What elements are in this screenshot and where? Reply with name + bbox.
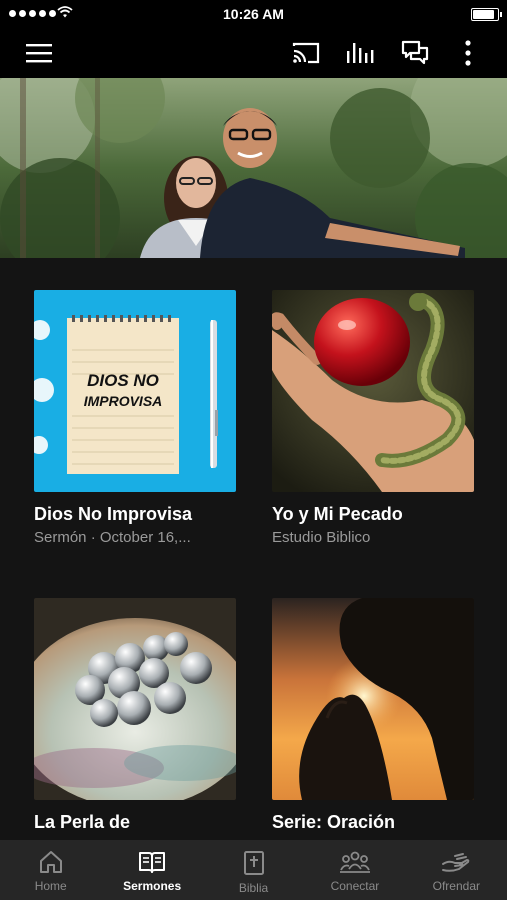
thumbnail-caption-line-2: IMPROVISA bbox=[84, 393, 163, 409]
hero-banner-image[interactable] bbox=[0, 78, 507, 258]
sermon-thumbnail bbox=[272, 598, 474, 800]
book-open-icon bbox=[139, 852, 166, 873]
tab-ofrendar[interactable]: Ofrendar bbox=[406, 840, 507, 900]
thumbnail-caption-line-1: DIOS NO bbox=[87, 371, 159, 390]
sermon-card[interactable]: DIOS NO IMPROVISA Dios No Improvisa Serm… bbox=[34, 290, 236, 546]
sermon-title: La Perla de bbox=[34, 812, 131, 832]
tab-sermones[interactable]: Sermones bbox=[101, 840, 202, 900]
more-vertical-icon[interactable] bbox=[453, 38, 483, 68]
sermon-card[interactable]: Serie: Oración bbox=[272, 598, 474, 837]
home-icon bbox=[39, 851, 62, 873]
sermon-title: Serie: Oración bbox=[272, 812, 396, 832]
bottom-tab-bar: Home Sermones Biblia Conectar Ofrendar bbox=[0, 840, 507, 900]
people-icon bbox=[339, 851, 370, 873]
top-nav-bar bbox=[0, 28, 507, 78]
sermon-title: Dios No Improvisa bbox=[34, 504, 193, 524]
tab-label: Home bbox=[34, 879, 67, 893]
tab-home[interactable]: Home bbox=[0, 840, 101, 900]
sermon-subtitle: Estudio Biblico bbox=[272, 529, 371, 546]
sermon-thumbnail bbox=[272, 290, 474, 492]
sermon-subtitle: Sermón · October 16,... bbox=[34, 529, 191, 546]
sermons-grid: DIOS NO IMPROVISA Dios No Improvisa Serm… bbox=[0, 258, 507, 840]
menu-icon[interactable] bbox=[24, 38, 54, 68]
tab-biblia[interactable]: Biblia bbox=[203, 840, 304, 900]
tab-conectar[interactable]: Conectar bbox=[304, 840, 405, 900]
battery-icon bbox=[471, 8, 502, 21]
bible-icon bbox=[243, 851, 264, 875]
sermon-title: Yo y Mi Pecado bbox=[272, 504, 403, 524]
sermon-thumbnail bbox=[34, 598, 236, 800]
cast-icon[interactable] bbox=[291, 38, 321, 68]
tab-label: Biblia bbox=[238, 881, 269, 895]
giving-hand-icon bbox=[442, 853, 470, 872]
sermon-card[interactable]: La Perla de bbox=[34, 598, 236, 837]
chat-icon[interactable] bbox=[400, 38, 430, 68]
tab-label: Ofrendar bbox=[432, 879, 480, 893]
status-time: 10:26 AM bbox=[223, 6, 284, 22]
tab-label: Sermones bbox=[123, 879, 182, 893]
status-bar: 10:26 AM bbox=[0, 0, 507, 28]
tab-label: Conectar bbox=[330, 879, 380, 893]
sermon-card[interactable]: Yo y Mi Pecado Estudio Biblico bbox=[272, 290, 474, 546]
audio-bars-icon[interactable] bbox=[345, 38, 375, 68]
battery-level bbox=[473, 10, 494, 19]
sermon-thumbnail: DIOS NO IMPROVISA bbox=[34, 290, 236, 492]
